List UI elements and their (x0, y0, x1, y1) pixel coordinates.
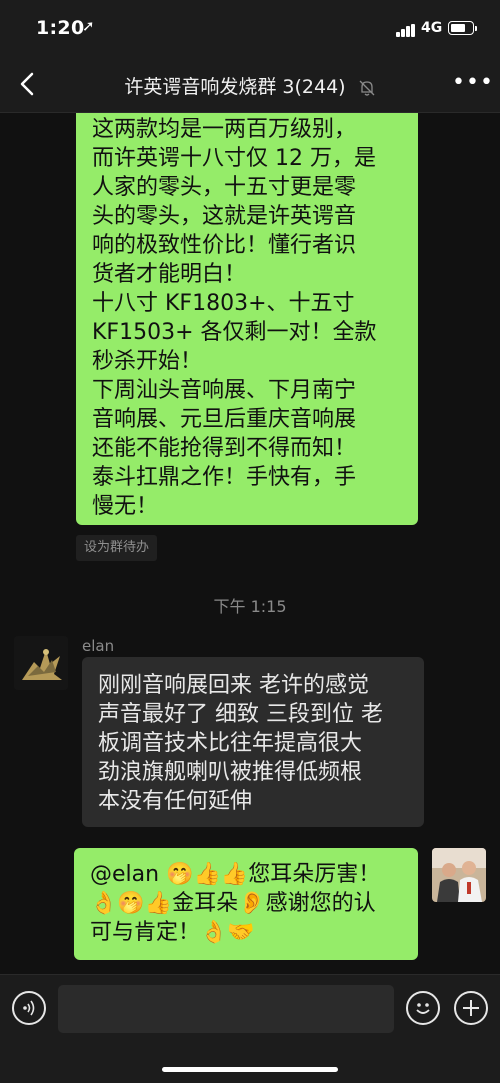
message-line: 货者才能明白！ (92, 262, 247, 287)
avatar-elan[interactable] (14, 636, 68, 690)
status-time: 1:20 (36, 17, 85, 39)
message-line: 而许英谔十八寸仅 12 万，是 (92, 146, 376, 171)
message-line: 人家的零头，十五寸更是零 (92, 175, 357, 200)
message-line: 下周汕头音响展、下月南宁 (92, 378, 357, 403)
home-indicator (162, 1067, 338, 1072)
message-line: 这两款均是一两百万级别， (92, 117, 357, 142)
message-line: 十八寸 KF1803+、十五寸 (92, 291, 355, 316)
message-line: 可与肯定！👌🤝 (90, 920, 255, 945)
message-line: 本没有任何延伸 (98, 789, 253, 814)
message-bubble-sent[interactable]: 这两款均是一两百万级别， 而许英谔十八寸仅 12 万，是 人家的零头，十五寸更是… (76, 113, 418, 525)
message-input[interactable] (58, 985, 394, 1033)
time-divider: 下午 1:15 (213, 597, 287, 616)
message-line: 刚刚音响展回来 老许的感觉 (98, 673, 369, 698)
chat-title-text: 许英谔音响发烧群 3(244) (124, 76, 346, 98)
message-line: @elan 🤭👍👍您耳朵厉害！ (90, 862, 381, 887)
message-line: 响的极致性价比！懂行者识 (92, 233, 357, 258)
set-group-todo-tag[interactable]: 设为群待办 (76, 535, 158, 561)
message-line: KF1503+ 各仅剩一对！全款 (92, 320, 377, 345)
message-line: 泰斗扛鼎之作！手快有，手 (92, 465, 357, 490)
status-bar: 1:20 ➚ 4G (0, 0, 500, 58)
nav-bar: 许英谔音响发烧群 3(244) ••• (0, 58, 500, 113)
avatar-self[interactable] (432, 848, 486, 902)
message-bubble-sent[interactable]: @elan 🤭👍👍您耳朵厉害！ 👌🤭👍金耳朵👂感谢您的认 可与肯定！👌🤝 (74, 848, 418, 960)
sender-name: elan (82, 637, 115, 655)
chat-title: 许英谔音响发烧群 3(244) (0, 72, 500, 99)
battery-icon (448, 21, 477, 35)
message-line: 劲浪旗舰喇叭被推得低频根 (98, 760, 363, 785)
emoji-icon[interactable] (406, 991, 440, 1025)
network-type: 4G (421, 20, 443, 36)
message-bubble-received[interactable]: 刚刚音响展回来 老许的感觉 声音最好了 细致 三段到位 老 板调音技术比往年提高… (82, 657, 424, 827)
location-arrow-icon: ➚ (82, 17, 95, 35)
message-line: 秒杀开始！ (92, 349, 203, 374)
message-line: 音响展、元旦后重庆音响展 (92, 407, 357, 432)
message-line: 头的零头，这就是许英谔音 (92, 204, 357, 229)
message-line: 👌🤭👍金耳朵👂感谢您的认 (90, 891, 376, 916)
message-line: 声音最好了 细致 三段到位 老 (98, 702, 383, 727)
plus-icon[interactable] (454, 991, 488, 1025)
chat-area: 这两款均是一两百万级别， 而许英谔十八寸仅 12 万，是 人家的零头，十五寸更是… (0, 113, 500, 973)
mute-bell-icon (358, 79, 376, 97)
message-line: 慢无！ (92, 494, 159, 519)
message-line: 板调音技术比往年提高很大 (98, 731, 363, 756)
voice-icon[interactable] (12, 991, 46, 1025)
more-icon[interactable]: ••• (452, 72, 493, 96)
signal-icon (396, 24, 416, 37)
message-line: 还能不能抢得到不得而知！ (92, 436, 357, 461)
